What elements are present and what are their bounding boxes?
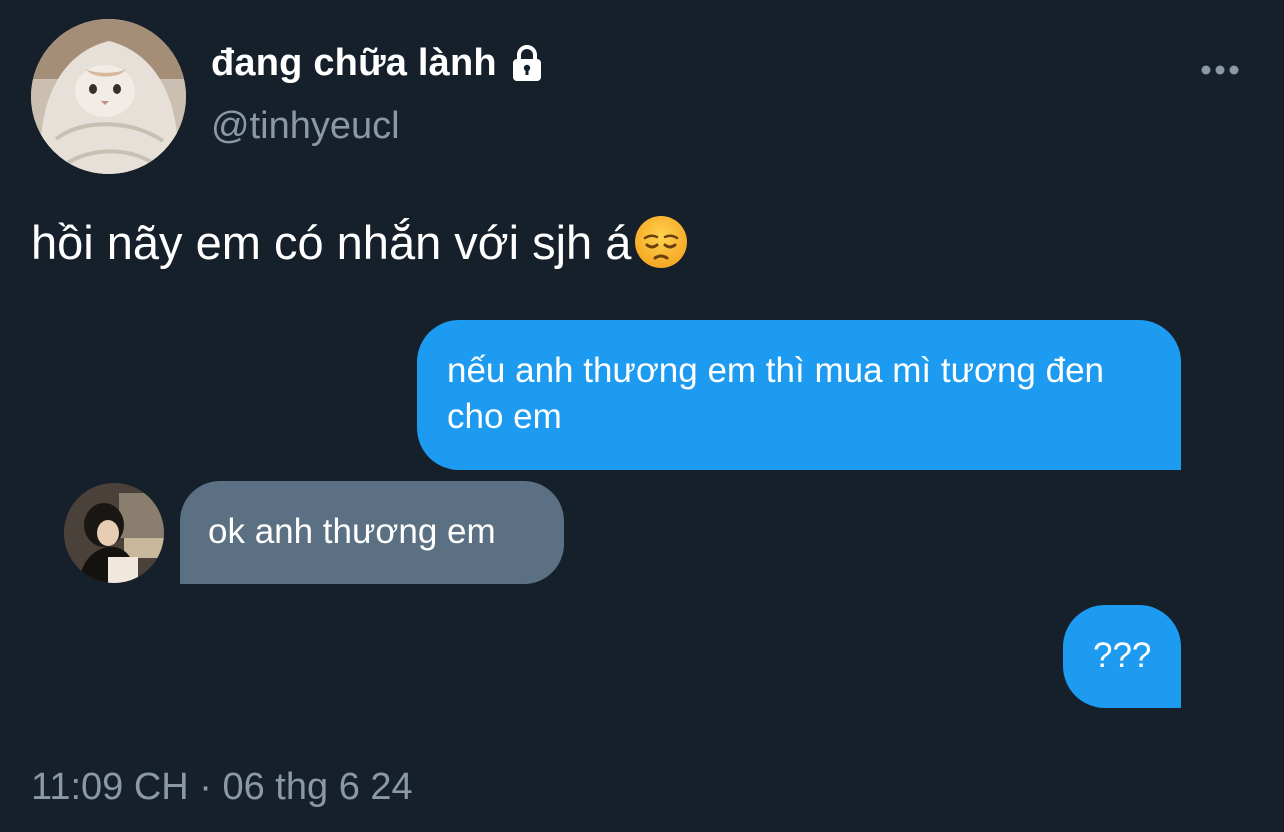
sent-message-bubble: nếu anh thương em thì mua mì tương đen c… — [417, 320, 1181, 470]
sent-message-bubble: ??? — [1063, 605, 1181, 708]
more-horizontal-icon — [1201, 65, 1239, 75]
tweet-media-chat-screenshot[interactable]: nếu anh thương em thì mua mì tương đen c… — [0, 300, 1284, 720]
lock-icon — [507, 43, 547, 83]
user-handle[interactable]: @tinhyeucl — [211, 105, 400, 148]
received-message-bubble: ok anh thương em — [180, 481, 564, 584]
display-name[interactable]: đang chữa lành — [211, 42, 497, 85]
more-options-button[interactable] — [1196, 54, 1244, 86]
author-avatar[interactable] — [31, 19, 186, 174]
tweet-timestamp[interactable]: 11:09 CH · 06 thg 6 24 — [31, 766, 413, 809]
tweet: đang chữa lành @tinhyeucl hồi nãy em có … — [0, 0, 1284, 832]
tweet-text: hồi nãy em có nhắn với sjh á — [31, 214, 689, 270]
pensive-face-emoji — [633, 214, 689, 270]
cat-avatar-image — [31, 19, 186, 174]
display-name-row: đang chữa lành — [211, 38, 547, 88]
contact-avatar-image — [64, 483, 164, 583]
tweet-text-content: hồi nãy em có nhắn với sjh á — [31, 215, 632, 269]
contact-avatar — [64, 483, 164, 583]
